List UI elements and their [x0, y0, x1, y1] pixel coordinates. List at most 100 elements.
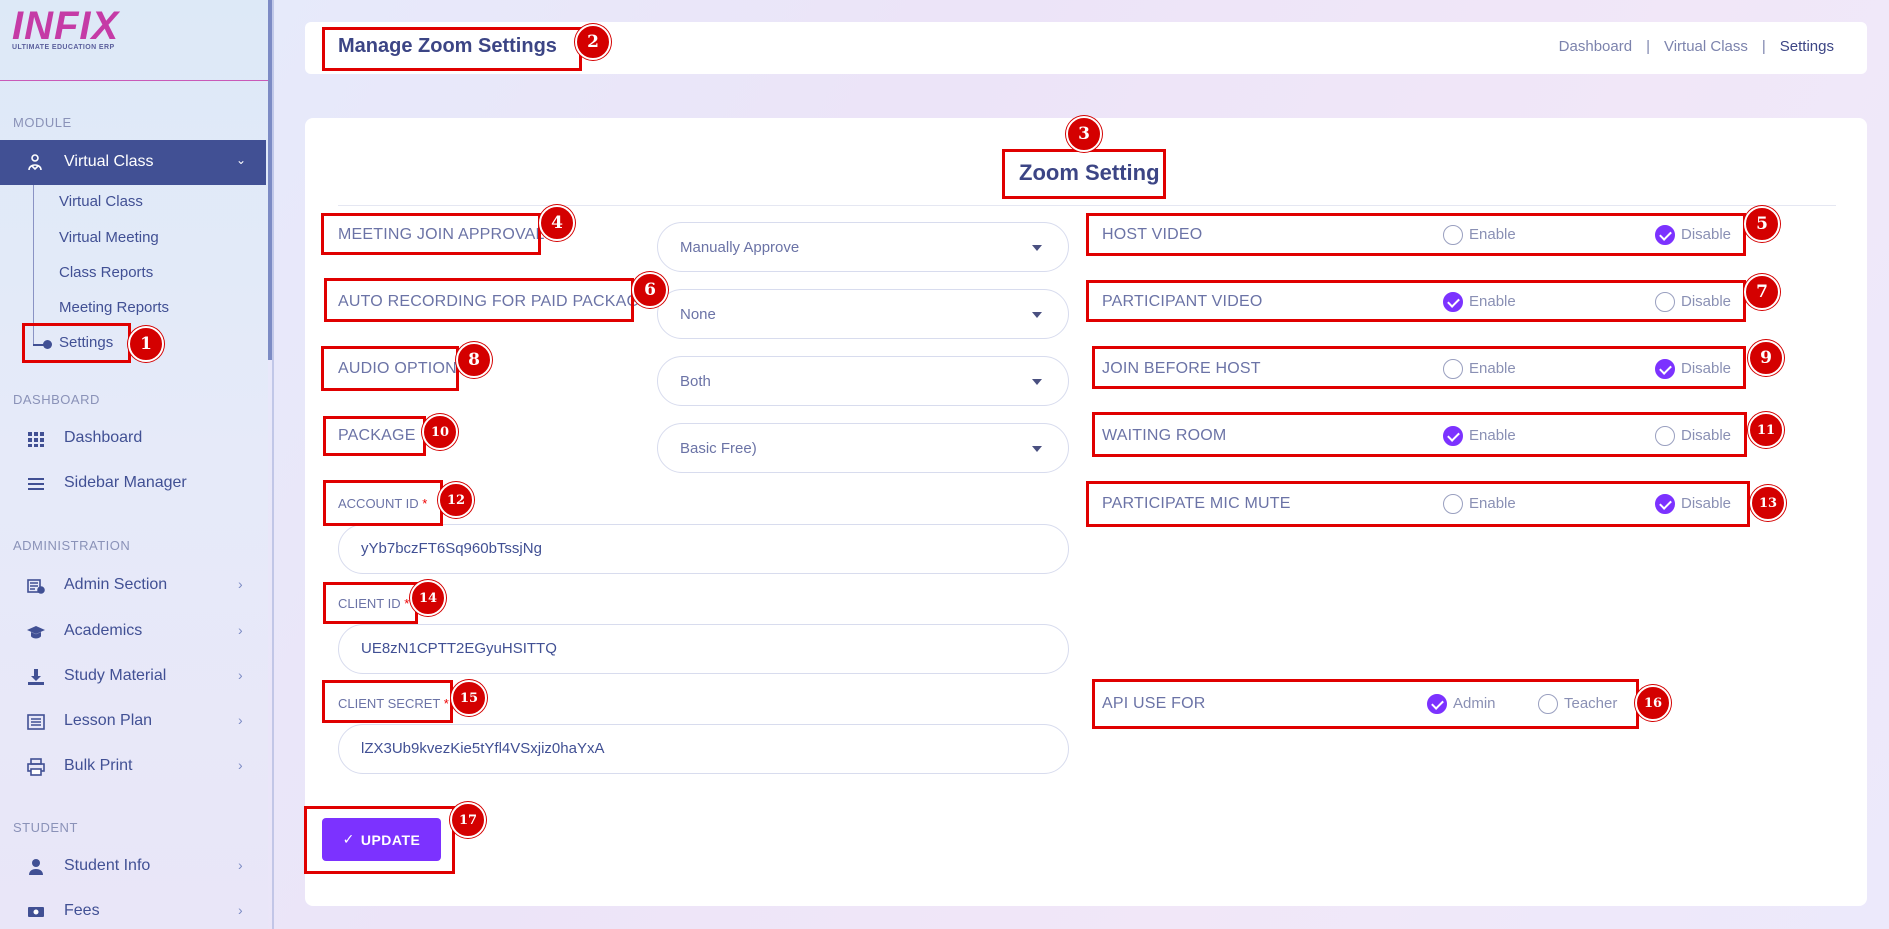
annotation-badge: 15	[451, 680, 487, 716]
select-value: Manually Approve	[680, 239, 800, 256]
annotation-badge: 3	[1066, 116, 1102, 152]
sidebar-item-label: Sidebar Manager	[64, 474, 187, 491]
sidebar-item-label: Fees	[64, 902, 100, 919]
sidebar-item-label: Study Material	[64, 667, 167, 684]
annotation-badge: 11	[1748, 412, 1784, 448]
annotation-badge: 5	[1744, 206, 1780, 242]
annotation-box	[1002, 149, 1166, 199]
annotation-box	[322, 680, 453, 723]
annotation-badge: 7	[1744, 274, 1780, 310]
client-id-input[interactable]: UE8zN1CPTT2EGyuHSITTQ	[338, 624, 1069, 674]
grid-icon	[28, 432, 44, 447]
menu-icon	[28, 478, 44, 490]
sidebar-item-sidebar-manager[interactable]: Sidebar Manager	[0, 466, 268, 502]
printer-icon	[27, 758, 45, 776]
sidebar-subitem-class-reports[interactable]: Class Reports	[59, 264, 153, 281]
sidebar-item-student-info[interactable]: Student Info ›	[0, 849, 268, 885]
breadcrumb-settings[interactable]: Settings	[1780, 38, 1834, 55]
submenu-line	[33, 185, 34, 345]
sidebar-item-virtual-class[interactable]: Virtual Class ⌄	[0, 140, 266, 185]
chevron-right-icon: ›	[238, 667, 243, 683]
account-id-input[interactable]: yYb7bczFT6Sq960bTssjNg	[338, 524, 1069, 574]
money-icon	[28, 907, 44, 917]
sidebar: INFIX ULTIMATE EDUCATION ERP MODULE Virt…	[0, 0, 268, 929]
auto-recording-select[interactable]: None	[657, 289, 1069, 339]
breadcrumb: Dashboard | Virtual Class | Settings	[1559, 38, 1834, 55]
annotation-badge: 4	[539, 205, 575, 241]
section-label-administration: ADMINISTRATION	[13, 538, 131, 553]
annotation-box	[1086, 213, 1746, 256]
annotation-badge: 8	[456, 342, 492, 378]
annotation-box	[1092, 346, 1746, 389]
annotation-badge: 13	[1750, 485, 1786, 521]
annotation-box	[323, 582, 418, 624]
chevron-right-icon: ›	[238, 712, 243, 728]
input-value: yYb7bczFT6Sq960bTssjNg	[361, 540, 542, 557]
breadcrumb-virtual-class[interactable]: Virtual Class	[1664, 38, 1748, 55]
sidebar-item-academics[interactable]: Academics ›	[0, 614, 268, 650]
annotation-badge: 9	[1748, 340, 1784, 376]
virtual-class-icon	[28, 154, 42, 171]
logo-divider	[0, 80, 268, 81]
annotation-box	[321, 346, 459, 391]
annotation-box	[1092, 412, 1747, 457]
chevron-right-icon: ›	[238, 757, 243, 773]
annotation-box	[304, 806, 455, 874]
annotation-box	[1092, 679, 1639, 729]
annotation-badge: 17	[450, 802, 486, 838]
annotation-badge: 1	[128, 326, 164, 362]
sidebar-item-label: Student Info	[64, 857, 151, 874]
annotation-badge: 10	[422, 414, 458, 450]
select-value: None	[680, 306, 716, 323]
sidebar-subitem-meeting-reports[interactable]: Meeting Reports	[59, 299, 169, 316]
breadcrumb-separator: |	[1761, 38, 1766, 55]
chevron-down-icon: ⌄	[236, 153, 247, 167]
caret-down-icon	[1032, 379, 1042, 385]
section-label-module: MODULE	[13, 115, 72, 130]
annotation-badge: 12	[438, 482, 474, 518]
sidebar-item-label: Bulk Print	[64, 757, 133, 774]
sidebar-item-fees[interactable]: Fees ›	[0, 894, 268, 929]
select-value: Basic Free)	[680, 440, 757, 457]
annotation-box	[323, 480, 443, 526]
audio-option-select[interactable]: Both	[657, 356, 1069, 406]
sidebar-item-label: Academics	[64, 622, 143, 639]
graduation-cap-icon	[27, 626, 45, 639]
user-icon	[29, 859, 43, 875]
logo-text: INFIX	[12, 4, 120, 48]
annotation-box	[321, 213, 541, 255]
sidebar-border	[272, 0, 274, 929]
sidebar-item-dashboard[interactable]: Dashboard	[0, 421, 268, 457]
sidebar-item-label: Virtual Class	[64, 153, 154, 170]
annotation-badge: 6	[632, 272, 668, 308]
annotation-box	[323, 416, 426, 456]
client-secret-input[interactable]: lZX3Ub9kvezKie5tYfl4VSxjiz0haYxA	[338, 724, 1069, 774]
sidebar-item-admin-section[interactable]: Admin Section ›	[0, 568, 268, 604]
section-label-dashboard: DASHBOARD	[13, 392, 100, 407]
meeting-join-approval-select[interactable]: Manually Approve	[657, 222, 1069, 272]
package-select[interactable]: Basic Free)	[657, 423, 1069, 473]
caret-down-icon	[1032, 446, 1042, 452]
caret-down-icon	[1032, 245, 1042, 251]
logo[interactable]: INFIX ULTIMATE EDUCATION ERP	[12, 6, 119, 51]
section-label-student: STUDENT	[13, 820, 78, 835]
sidebar-item-bulk-print[interactable]: Bulk Print ›	[0, 749, 268, 785]
breadcrumb-dashboard[interactable]: Dashboard	[1559, 38, 1632, 55]
annotation-box	[1086, 481, 1750, 527]
select-value: Both	[680, 373, 711, 390]
sidebar-subitem-virtual-class[interactable]: Virtual Class	[59, 193, 143, 210]
chevron-right-icon: ›	[238, 857, 243, 873]
annotation-box	[22, 323, 131, 363]
annotation-box	[324, 278, 634, 322]
sidebar-item-study-material[interactable]: Study Material ›	[0, 659, 268, 695]
annotation-badge: 2	[575, 24, 611, 60]
annotation-box	[322, 27, 582, 71]
chevron-right-icon: ›	[238, 902, 243, 918]
sidebar-scrollbar[interactable]	[268, 0, 272, 360]
input-value: UE8zN1CPTT2EGyuHSITTQ	[361, 640, 557, 657]
sidebar-item-lesson-plan[interactable]: Lesson Plan ›	[0, 704, 268, 740]
sidebar-subitem-virtual-meeting[interactable]: Virtual Meeting	[59, 229, 159, 246]
download-icon	[28, 669, 44, 685]
logo-subtext: ULTIMATE EDUCATION ERP	[12, 44, 115, 51]
chevron-right-icon: ›	[238, 622, 243, 638]
